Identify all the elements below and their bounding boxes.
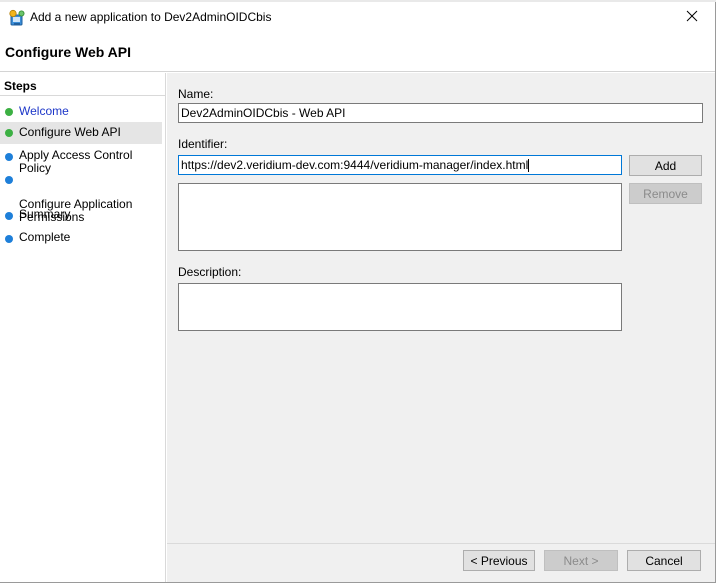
- step-configure-application-permissions[interactable]: Configure Application Permissions: [0, 171, 162, 224]
- description-label: Description:: [178, 265, 242, 279]
- content-panel: Name: Dev2AdminOIDCbis - Web API Identif…: [167, 73, 715, 543]
- wizard-window: Add a new application to Dev2AdminOIDCbi…: [0, 0, 716, 583]
- step-summary[interactable]: Summary: [0, 207, 162, 224]
- step-pending-icon: [5, 176, 13, 184]
- previous-button-label: < Previous: [470, 553, 528, 568]
- close-button[interactable]: [677, 4, 707, 30]
- step-pending-icon: [5, 153, 13, 161]
- steps-heading: Steps: [4, 79, 37, 93]
- step-label: Welcome: [19, 104, 69, 118]
- remove-button-label: Remove: [643, 186, 688, 201]
- step-apply-access-control-policy[interactable]: Apply Access Control Policy: [0, 148, 162, 175]
- step-label: Configure Web API: [19, 125, 121, 139]
- step-complete[interactable]: Complete: [0, 230, 162, 247]
- cancel-button[interactable]: Cancel: [627, 550, 701, 571]
- add-identifier-button[interactable]: Add: [629, 155, 702, 176]
- step-label: Complete: [19, 230, 71, 244]
- name-field[interactable]: Dev2AdminOIDCbis - Web API: [178, 103, 703, 123]
- wizard-footer: < Previous Next > Cancel: [167, 543, 715, 582]
- ad-fs-application-icon: [8, 9, 26, 27]
- previous-button[interactable]: < Previous: [463, 550, 535, 571]
- identifier-list[interactable]: [178, 183, 622, 251]
- title-bar: Add a new application to Dev2AdminOIDCbi…: [0, 2, 715, 32]
- step-label: Summary: [19, 207, 71, 221]
- next-button[interactable]: Next >: [544, 550, 618, 571]
- name-field-value: Dev2AdminOIDCbis - Web API: [181, 106, 346, 120]
- steps-pane: Steps Welcome Configure Web API Apply Ac…: [0, 73, 166, 582]
- add-button-label: Add: [654, 158, 677, 173]
- name-label: Name:: [178, 87, 214, 101]
- page-title: Configure Web API: [5, 44, 131, 60]
- remove-identifier-button[interactable]: Remove: [629, 183, 702, 204]
- identifier-field-value: https://dev2.veridium-dev.com:9444/verid…: [181, 158, 529, 172]
- step-complete-icon: [5, 108, 13, 116]
- page-header: Configure Web API: [0, 32, 715, 72]
- close-icon: [686, 10, 698, 25]
- identifier-label: Identifier:: [178, 137, 228, 151]
- window-title: Add a new application to Dev2AdminOIDCbi…: [30, 10, 272, 24]
- steps-divider: [0, 95, 166, 96]
- cancel-button-label: Cancel: [645, 553, 683, 568]
- identifier-field[interactable]: https://dev2.veridium-dev.com:9444/verid…: [178, 155, 622, 175]
- next-button-label: Next >: [563, 553, 599, 568]
- step-configure-web-api[interactable]: Configure Web API: [0, 122, 162, 144]
- text-caret: [528, 159, 530, 172]
- step-pending-icon: [5, 235, 13, 243]
- step-welcome[interactable]: Welcome: [0, 103, 162, 120]
- description-field[interactable]: [178, 283, 622, 331]
- step-pending-icon: [5, 212, 13, 220]
- step-current-icon: [5, 129, 13, 137]
